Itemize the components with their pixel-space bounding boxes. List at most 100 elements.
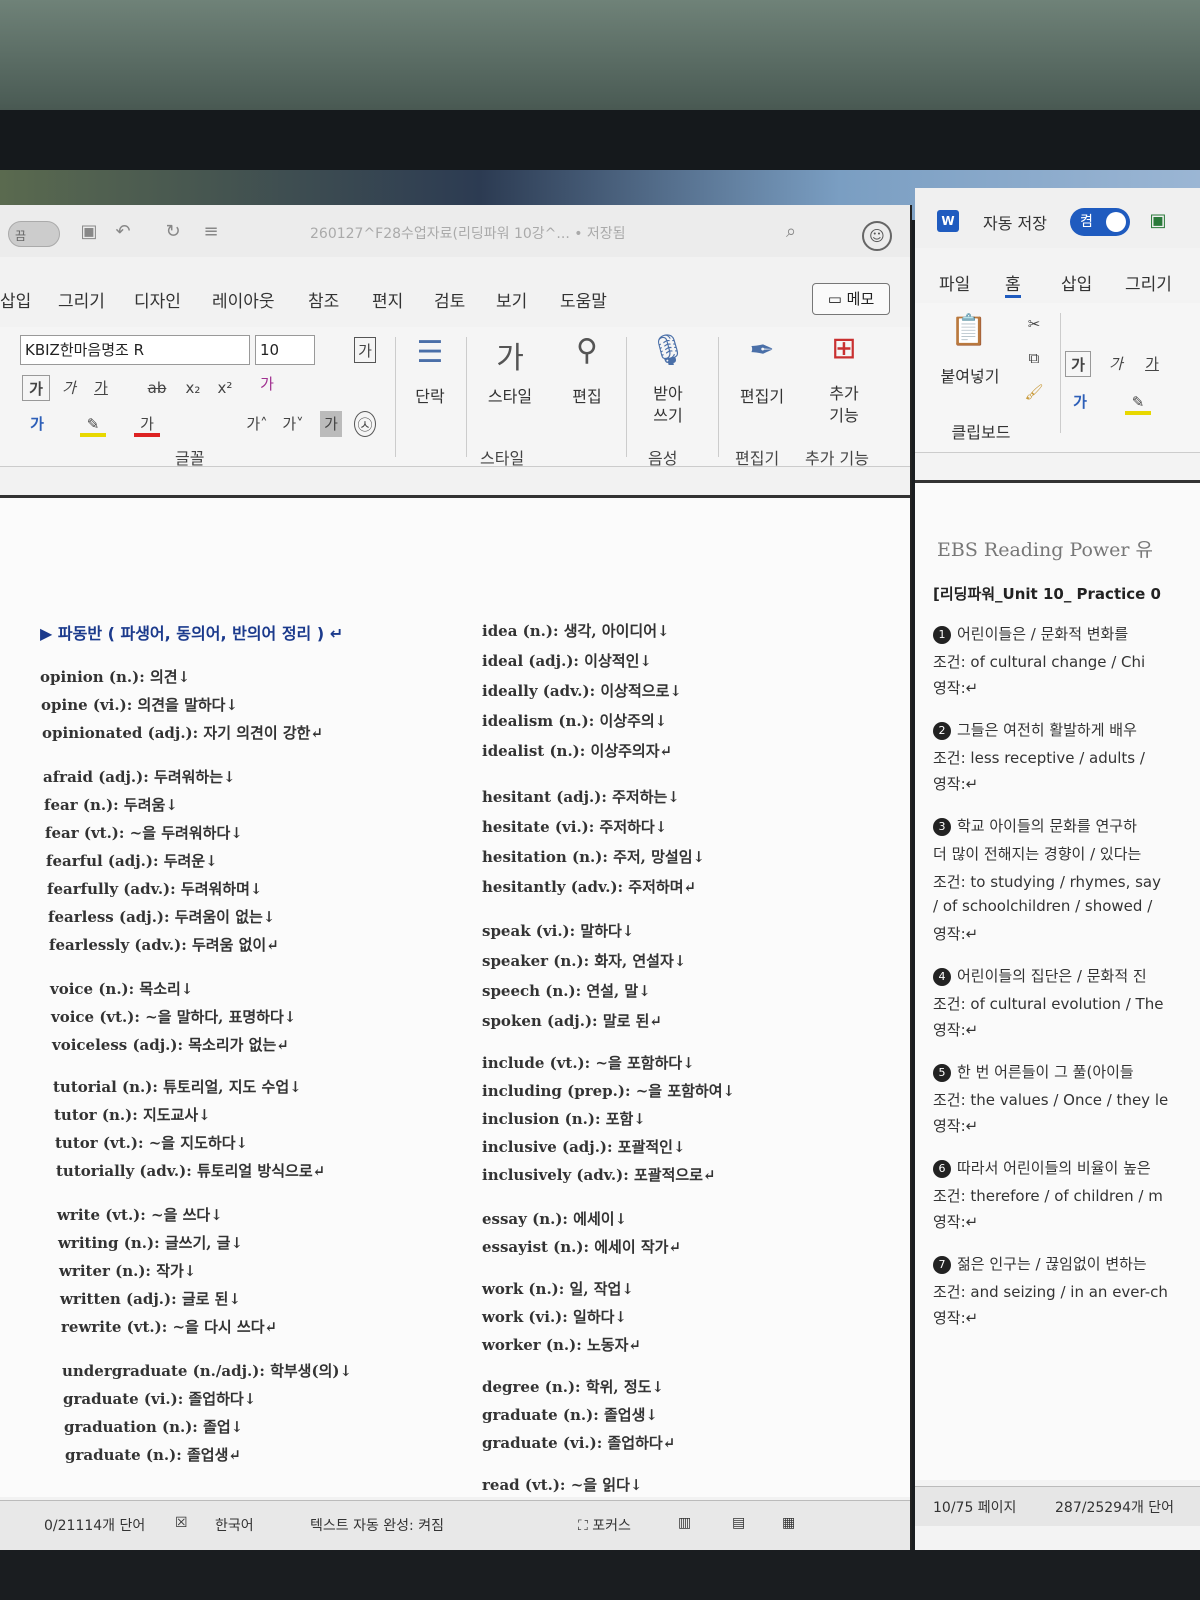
text-predictions[interactable]: 텍스트 자동 완성: 켜짐 [310,1515,444,1535]
exercise-answer[interactable]: 영작:↵ [933,923,978,944]
italic-button[interactable]: 가 [58,375,80,401]
paste-icon[interactable]: 📋 [947,313,991,348]
microphone-icon[interactable]: 🎙 [648,333,688,368]
web-layout-icon[interactable]: ▦ [782,1515,795,1531]
print-layout-icon[interactable]: ▤ [732,1515,745,1531]
addins-label[interactable]: 추가 기능 [818,383,870,427]
list-icon[interactable]: ≡ [200,221,222,243]
exercise-answer[interactable]: 영작:↵ [933,1307,978,1328]
proofing-icon[interactable]: ☒ [175,1515,188,1531]
ribbon: KBIZ한마음명조 R 10 가 가 가 ab x₂ x² 가 가 ✎ 가 가˄… [0,327,910,468]
paste-label[interactable]: 붙여넣기 [931,363,1009,387]
cut-icon[interactable]: ✂ [1023,311,1045,337]
grow-font-icon[interactable]: 가˄ [244,411,270,437]
menu-help[interactable]: 도움말 [560,287,607,312]
underline-button[interactable]: 가 [90,375,112,401]
redo-icon[interactable]: ↻ [162,221,184,243]
format-painter-icon[interactable]: 🖌 [1023,379,1045,405]
vocab-entry: including (prep.): ~을 포함하여↓ [482,1082,736,1100]
word-count[interactable]: 287/25294개 단어 [1055,1497,1174,1517]
highlight-icon[interactable]: ✎ [1125,389,1151,415]
account-avatar-icon[interactable]: ☺ [862,221,892,251]
dictate-label[interactable]: 받아 쓰기 [643,383,693,427]
shrink-font-icon[interactable]: 가˅ [280,411,306,437]
vocab-entry: voice (n.): 목소리↓ [50,980,194,998]
vocab-entry: tutorial (n.): 튜토리얼, 지도 수업↓ [53,1078,302,1096]
exercise-answer[interactable]: 영작:↵ [933,773,978,794]
clear-format-icon[interactable]: 가 [252,371,282,397]
bold-button[interactable]: 가 [22,375,50,401]
vocab-entry: speaker (n.): 화자, 연설자↓ [482,952,687,970]
menu-references[interactable]: 참조 [308,287,339,312]
exercise-answer[interactable]: 영작:↵ [933,1115,978,1136]
bold-button[interactable]: 가 [1065,351,1091,377]
word-count[interactable]: 0/21114개 단어 [44,1515,145,1535]
paragraph-icon[interactable]: ☰ [410,335,450,370]
vocab-entry: idealism (n.): 이상주의↓ [482,712,668,730]
font-size-select[interactable]: 10 [255,335,315,365]
exercise-answer[interactable]: 영작:↵ [933,677,978,698]
char-shading-icon[interactable]: 가 [320,411,342,437]
find-icon[interactable]: ⚲ [565,333,609,368]
vocab-entry: inclusive (adj.): 포괄적인↓ [482,1138,686,1156]
italic-button[interactable]: 가 [1105,351,1127,377]
memo-button[interactable]: ▭ 메모 [812,283,890,315]
document-page[interactable]: EBS Reading Power 유 [리딩파워_Unit 10_ Pract… [915,480,1200,1480]
vocab-entry: fearful (adj.): 두려운↓ [46,852,218,870]
document-page[interactable]: ▶ 파동반 ( 파생어, 동의어, 반의어 정리 ) ↵ opinion (n.… [0,495,910,1497]
styles-icon[interactable]: 가 [485,333,535,377]
menu-view[interactable]: 보기 [496,287,527,312]
superscript-button[interactable]: x² [214,375,236,401]
language[interactable]: 한국어 [215,1515,254,1535]
exercise-answer[interactable]: 영작:↵ [933,1211,978,1232]
page-indicator[interactable]: 10/75 페이지 [933,1497,1016,1517]
menu-design[interactable]: 디자인 [134,287,181,312]
text-effect-icon[interactable]: 가 [24,411,50,437]
save-icon[interactable]: ▣ [1147,210,1169,232]
menu-review[interactable]: 검토 [434,287,465,312]
font-color-icon[interactable]: 가 [134,411,160,437]
strikethrough-button[interactable]: ab [144,375,170,401]
exercise-question-text: 젊은 인구는 / 끊임없이 변하는 [957,1255,1147,1273]
vocab-entry: opinion (n.): 의견↓ [40,668,191,686]
menu-insert[interactable]: 삽입 [0,287,31,312]
search-icon[interactable]: ⌕ [780,221,802,243]
vocab-entry: speak (vi.): 말하다↓ [482,922,635,940]
enclose-char-icon[interactable]: ㉦ [354,411,376,437]
document-title: 260127^F28수업자료(리딩파워 10강^... • 저장됨 [310,226,626,242]
text-effect-icon[interactable]: 가 [1067,389,1093,415]
group-voice-label: 음성 [648,449,678,468]
edit-label[interactable]: 편집 [565,383,609,407]
vocab-entry: hesitate (vi.): 주저하다↓ [482,818,668,836]
menu-mailings[interactable]: 편지 [372,287,403,312]
subscript-button[interactable]: x₂ [182,375,204,401]
focus-button[interactable]: ⛶ 포커스 [578,1515,631,1535]
autosave-toggle[interactable]: 끔 [8,221,60,247]
copy-icon[interactable]: ⧉ [1023,345,1045,371]
read-mode-icon[interactable]: ▥ [678,1515,691,1531]
undo-icon[interactable]: ↶ [112,221,134,243]
save-icon[interactable]: ▣ [78,221,100,243]
styles-label[interactable]: 스타일 [483,383,537,407]
editor-label[interactable]: 편집기 [730,383,794,407]
underline-button[interactable]: 가 [1141,351,1163,377]
exercise-question-text: 따라서 어린이들의 비율이 높은 [957,1159,1151,1177]
vocab-entry: graduate (n.): 졸업생↵ [65,1446,241,1464]
menu-insert[interactable]: 삽입 [1061,270,1092,295]
vocab-entry: opinionated (adj.): 자기 의견이 강한↵ [42,724,324,742]
addins-grid-icon[interactable]: ⊞ [822,331,866,366]
editor-pen-icon[interactable]: ✒ [740,333,784,368]
menu-draw[interactable]: 그리기 [1125,270,1172,295]
char-border-icon[interactable]: 가 [354,337,376,363]
menu-draw[interactable]: 그리기 [58,287,105,312]
vocab-entry: undergraduate (n./adj.): 학부생(의)↓ [62,1362,353,1380]
menu-home[interactable]: 홈 [1005,270,1021,298]
highlight-icon[interactable]: ✎ [80,411,106,437]
menu-file[interactable]: 파일 [939,270,970,295]
font-name-select[interactable]: KBIZ한마음명조 R [20,335,250,365]
exercise-answer[interactable]: 영작:↵ [933,1019,978,1040]
menu-layout[interactable]: 레이아웃 [212,287,275,312]
paragraph-label[interactable]: 단락 [408,383,452,407]
exercise-question: 2 그들은 여전히 활발하게 배우 [933,719,1137,740]
autosave-toggle[interactable]: 켬 [1070,208,1130,236]
